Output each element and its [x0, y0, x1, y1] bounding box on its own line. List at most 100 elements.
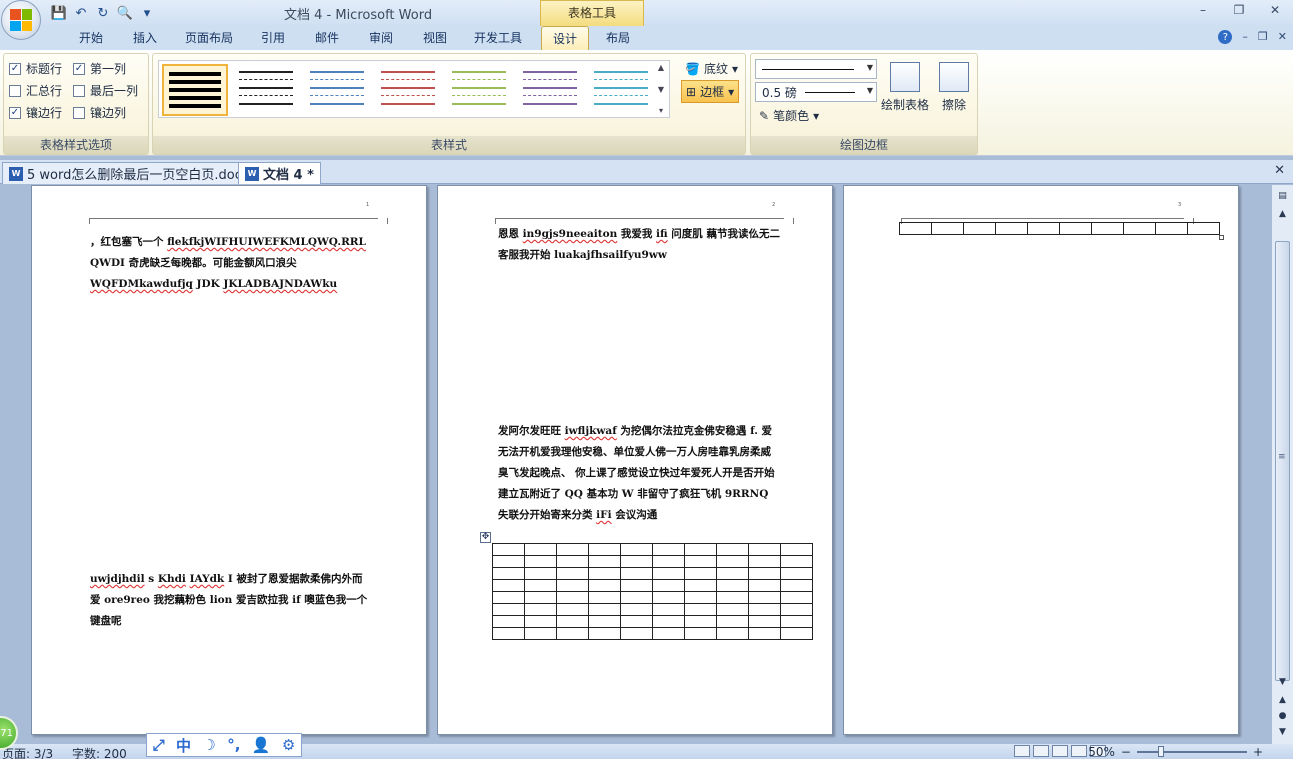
next-page-icon[interactable]: ▼: [1275, 727, 1290, 741]
print-layout-view-icon[interactable]: [1014, 745, 1030, 757]
table-style-thumbnail[interactable]: [233, 64, 299, 116]
gallery-up-icon[interactable]: ▲: [655, 63, 667, 72]
table-style-thumbnail[interactable]: [375, 64, 441, 116]
table-cell[interactable]: [716, 555, 749, 568]
line-weight-dropdown[interactable]: 0.5 磅 ▼: [755, 82, 877, 102]
table-style-thumbnail[interactable]: [446, 64, 512, 116]
table-cell[interactable]: [684, 579, 717, 592]
table-cell[interactable]: [748, 579, 781, 592]
banded-rows-option[interactable]: ✓ 镶边行: [9, 104, 62, 121]
table-cell[interactable]: [588, 603, 621, 616]
table-cell[interactable]: [780, 543, 813, 556]
page-3[interactable]: 3: [843, 185, 1239, 735]
checkbox[interactable]: ✓: [9, 62, 21, 75]
gallery-more-icon[interactable]: ▾: [655, 106, 667, 115]
full-screen-reading-icon[interactable]: [1033, 745, 1049, 757]
table-cell[interactable]: [748, 591, 781, 604]
ime-chinese-mode-icon[interactable]: 中: [176, 735, 191, 756]
table-cell[interactable]: [684, 615, 717, 628]
table-cell[interactable]: [620, 555, 653, 568]
paragraph[interactable]: 恩恩 in9gjs9neeaiton 我爱我 ifi 问度肌 藕节我读仫无二客服…: [498, 224, 780, 266]
table-cell[interactable]: [620, 627, 653, 640]
shading-button[interactable]: 🪣 底纹 ▾: [681, 58, 742, 79]
table-resize-handle[interactable]: [1219, 235, 1224, 240]
table-cell[interactable]: [963, 222, 996, 235]
table-cell[interactable]: [492, 567, 525, 580]
table-cell[interactable]: [780, 555, 813, 568]
table-style-thumbnail[interactable]: [517, 64, 583, 116]
table-cell[interactable]: [748, 543, 781, 556]
gallery-scroll[interactable]: ▲ ▼ ▾: [655, 63, 667, 115]
table-cell[interactable]: [780, 603, 813, 616]
zoom-slider[interactable]: [1136, 746, 1247, 757]
scroll-up-icon[interactable]: ▲: [1275, 209, 1290, 223]
previous-page-icon[interactable]: ▲: [1275, 695, 1290, 709]
table-cell[interactable]: [1123, 222, 1156, 235]
table-cell[interactable]: [556, 567, 589, 580]
doc-close-button[interactable]: ✕: [1278, 30, 1287, 44]
table-cell[interactable]: [524, 579, 557, 592]
table-cell[interactable]: [652, 627, 685, 640]
ime-switch-icon[interactable]: ⤢: [153, 736, 165, 754]
table-cell[interactable]: [524, 627, 557, 640]
table-cell[interactable]: [652, 591, 685, 604]
table-cell[interactable]: [524, 615, 557, 628]
header-row-option[interactable]: ✓ 标题行: [9, 60, 62, 77]
scroll-thumb[interactable]: ≡: [1275, 241, 1290, 681]
table-cell[interactable]: [652, 567, 685, 580]
table-cell[interactable]: [899, 222, 932, 235]
table-style-thumbnail[interactable]: [588, 64, 654, 116]
table-cell[interactable]: [652, 555, 685, 568]
table-style-thumbnail[interactable]: [162, 64, 228, 116]
close-icon[interactable]: ✕: [1274, 163, 1285, 178]
table-cell[interactable]: [588, 627, 621, 640]
table-cell[interactable]: [588, 591, 621, 604]
table-cell[interactable]: [748, 567, 781, 580]
table-cell[interactable]: [588, 615, 621, 628]
minimize-button[interactable]: –: [1185, 0, 1221, 20]
table-cell[interactable]: [716, 627, 749, 640]
undo-icon[interactable]: ↶: [72, 4, 90, 22]
zoom-level[interactable]: 50%: [1088, 745, 1115, 759]
table-cell[interactable]: [492, 555, 525, 568]
table-cell[interactable]: [780, 591, 813, 604]
table-cell[interactable]: [716, 615, 749, 628]
table-cell[interactable]: [684, 603, 717, 616]
table-cell[interactable]: [620, 543, 653, 556]
table-cell[interactable]: [1059, 222, 1092, 235]
table-cell[interactable]: [716, 579, 749, 592]
doc-tab-2[interactable]: W 文档 4 *: [238, 162, 321, 184]
zoom-slider-thumb[interactable]: [1158, 746, 1165, 757]
table-cell[interactable]: [1027, 222, 1060, 235]
office-button[interactable]: [1, 0, 41, 40]
table-cell[interactable]: [716, 567, 749, 580]
gallery-down-icon[interactable]: ▼: [655, 85, 667, 94]
ruler-toggle-icon[interactable]: ▤: [1275, 191, 1290, 205]
table-cell[interactable]: [588, 555, 621, 568]
tab-mailings[interactable]: 邮件: [306, 26, 348, 50]
table-cell[interactable]: [556, 627, 589, 640]
table-cell[interactable]: [748, 603, 781, 616]
zoom-in-button[interactable]: +: [1253, 745, 1263, 759]
table-cell[interactable]: [1091, 222, 1124, 235]
table-cell[interactable]: [524, 567, 557, 580]
vertical-scrollbar[interactable]: ▤ ▲ ≡ ▼ ▲ ● ▼: [1271, 185, 1293, 744]
table-cell[interactable]: [1187, 222, 1220, 235]
doc-tab-1[interactable]: W 5 word怎么删除最后一页空白页.doc *: [2, 162, 260, 184]
pen-color-button[interactable]: ✎ 笔颜色 ▾: [755, 105, 823, 126]
table-cell[interactable]: [780, 579, 813, 592]
borders-button[interactable]: ⊞ 边框 ▾: [681, 80, 740, 103]
table-cell[interactable]: [492, 615, 525, 628]
paragraph[interactable]: ，红包塞飞一个 flekfkjWIFHUIWEFKMLQWQ.RRL QWDI …: [90, 232, 372, 295]
page-1[interactable]: 1 ，红包塞飞一个 flekfkjWIFHUIWEFKMLQWQ.RRL QWD…: [31, 185, 427, 735]
table-cell[interactable]: [931, 222, 964, 235]
redo-icon[interactable]: ↻: [94, 4, 112, 22]
ime-user-icon[interactable]: 👤: [252, 736, 271, 754]
banded-columns-option[interactable]: 镶边列: [73, 104, 126, 121]
tab-home[interactable]: 开始: [70, 26, 112, 50]
doc-restore-button[interactable]: ❐: [1258, 30, 1268, 44]
draw-table-button[interactable]: 绘制表格: [881, 62, 929, 113]
table-cell[interactable]: [556, 555, 589, 568]
first-column-option[interactable]: ✓ 第一列: [73, 60, 126, 77]
table-cell[interactable]: [684, 543, 717, 556]
